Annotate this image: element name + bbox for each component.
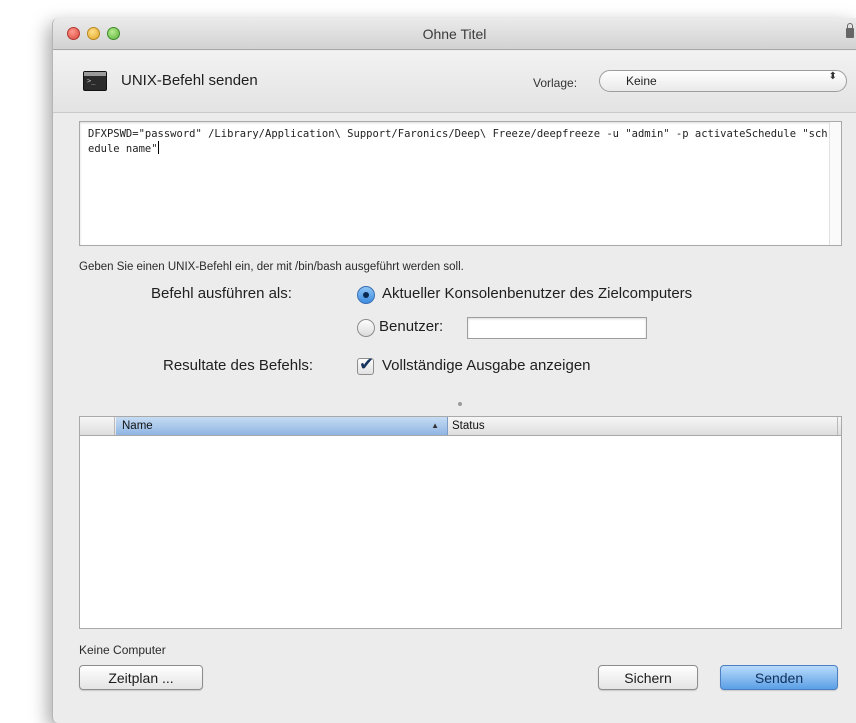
user-name-field[interactable] <box>467 317 647 339</box>
window-title: Ohne Titel <box>422 26 487 42</box>
sort-ascending-icon: ▲ <box>431 421 439 430</box>
table-header-blank <box>80 417 115 435</box>
full-output-label[interactable]: Vollständige Ausgabe anzeigen <box>382 357 591 374</box>
table-header: Name ▲ Status <box>80 417 841 436</box>
computers-table[interactable]: Name ▲ Status <box>79 416 842 629</box>
radio-console-user[interactable] <box>357 286 375 304</box>
command-hint: Geben Sie einen UNIX-Befehl ein, der mit… <box>79 261 464 273</box>
text-cursor <box>157 141 159 154</box>
checkmark-icon: ✔ <box>359 354 375 374</box>
template-value: Keine <box>626 74 657 88</box>
save-button[interactable]: Sichern <box>598 665 698 690</box>
send-button[interactable]: Senden <box>720 665 838 690</box>
option-user-label[interactable]: Benutzer: <box>379 318 443 335</box>
command-text-area[interactable]: DFXPSWD="password" /Library/Application\… <box>79 121 842 246</box>
header-title: UNIX-Befehl senden <box>121 72 258 89</box>
column-header-name[interactable]: Name ▲ <box>116 417 448 435</box>
template-label: Vorlage: <box>533 76 578 90</box>
terminal-icon <box>83 71 107 91</box>
table-header-end <box>837 417 841 435</box>
header-bar: UNIX-Befehl senden Vorlage: Keine ⬍ <box>53 51 856 113</box>
send-unix-command-window: Ohne Titel UNIX-Befehl senden Vorlage: K… <box>52 18 856 723</box>
column-name-label: Name <box>122 420 153 432</box>
radio-user[interactable] <box>357 319 375 337</box>
schedule-button[interactable]: Zeitplan ... <box>79 665 203 690</box>
split-handle[interactable] <box>458 402 462 406</box>
run-as-label: Befehl ausführen als: <box>151 285 292 302</box>
column-header-status[interactable]: Status <box>450 417 485 432</box>
option-console-user-label[interactable]: Aktueller Konsolenbenutzer des Zielcompu… <box>382 285 692 302</box>
template-popup[interactable]: Keine ⬍ <box>599 70 847 92</box>
command-scrollbar[interactable] <box>829 122 841 245</box>
full-output-checkbox[interactable]: ✔ <box>357 354 374 375</box>
popup-arrows-icon: ⬍ <box>828 71 837 82</box>
command-text: DFXPSWD="password" /Library/Application\… <box>88 128 828 155</box>
lock-icon <box>846 23 854 38</box>
title-bar[interactable]: Ohne Titel <box>53 18 856 50</box>
empty-table-text: Keine Computer <box>79 643 166 657</box>
results-label: Resultate des Befehls: <box>163 357 314 374</box>
